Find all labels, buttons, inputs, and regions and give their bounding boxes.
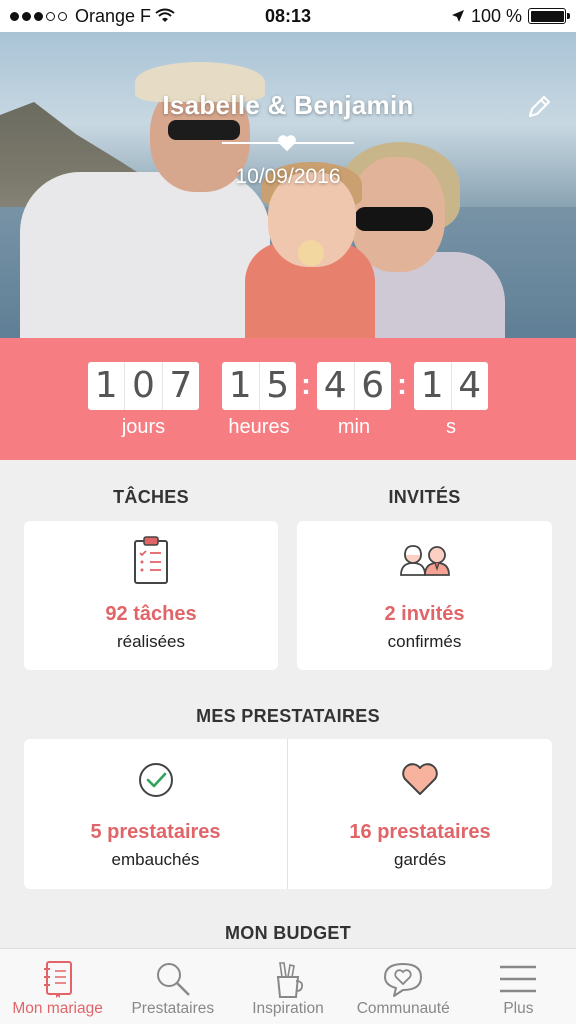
tab-prestataires[interactable]: Prestataires bbox=[115, 949, 230, 1024]
clipboard-checklist-icon bbox=[134, 536, 168, 584]
countdown-separator: : bbox=[397, 368, 407, 401]
search-icon bbox=[156, 963, 190, 996]
countdown-digit: 1 bbox=[94, 365, 118, 406]
hired-vendors-caption: embauchés bbox=[111, 850, 200, 869]
pencil-cup-icon bbox=[276, 962, 304, 998]
saved-vendors-caption: gardés bbox=[394, 850, 446, 869]
wedding-date: 10/09/2016 bbox=[235, 165, 341, 188]
countdown-separator: : bbox=[301, 368, 311, 401]
seconds-label: s bbox=[446, 416, 456, 438]
tab-mon-mariage[interactable]: Mon mariage bbox=[0, 949, 115, 1024]
countdown-digit: 4 bbox=[323, 365, 347, 406]
saved-vendors-count: 16 prestataires bbox=[349, 821, 491, 843]
status-left: Orange F bbox=[10, 6, 210, 27]
tab-label: Prestataires bbox=[131, 1000, 215, 1017]
carrier-name: Orange F bbox=[75, 5, 152, 26]
guests-count: 2 invités bbox=[384, 603, 465, 625]
minutes-counter: 4 6 bbox=[317, 362, 391, 410]
minutes-label: min bbox=[337, 416, 371, 438]
photo-sunglasses bbox=[168, 120, 240, 140]
tab-label: Communauté bbox=[356, 1000, 450, 1017]
tab-plus[interactable]: Plus bbox=[461, 949, 576, 1024]
bottom-tab-bar: Mon mariage Prestataires Inspiration Com… bbox=[0, 948, 576, 1024]
hours-label: heures bbox=[228, 416, 290, 438]
location-arrow-icon bbox=[451, 10, 464, 22]
guests-title: INVITÉS bbox=[388, 487, 461, 507]
photo-sunglasses-2 bbox=[355, 207, 433, 231]
wedding-countdown: 1 0 7 1 5 : 4 6 : 1 4 jours heures min s bbox=[0, 338, 576, 460]
couple-photo-header: Isabelle & Benjamin 10/09/2016 bbox=[0, 32, 576, 338]
status-right: 100 % bbox=[366, 5, 570, 27]
countdown-digit: 6 bbox=[353, 362, 392, 410]
hours-counter: 1 5 bbox=[222, 362, 296, 410]
countdown-digit: 1 bbox=[420, 365, 444, 406]
tab-inspiration[interactable]: Inspiration bbox=[230, 949, 345, 1024]
photo-pacifier bbox=[298, 240, 324, 266]
status-time: 08:13 bbox=[264, 5, 312, 26]
seconds-counter: 1 4 bbox=[414, 362, 488, 410]
hired-vendors-count: 5 prestataires bbox=[90, 821, 221, 843]
tasks-title: TÂCHES bbox=[113, 487, 189, 507]
countdown-digit: 0 bbox=[124, 362, 161, 410]
menu-icon bbox=[500, 965, 537, 993]
heart-icon bbox=[278, 135, 296, 152]
check-circle-icon bbox=[138, 763, 173, 797]
tab-label: Mon mariage bbox=[12, 1000, 103, 1017]
days-label: jours bbox=[121, 416, 166, 438]
countdown-digit: 1 bbox=[228, 365, 252, 406]
vendors-title: MES PRESTATAIRES bbox=[196, 706, 380, 726]
countdown-digit: 7 bbox=[161, 362, 199, 410]
pencil-edit-icon[interactable] bbox=[524, 92, 554, 122]
tab-communaute[interactable]: Communauté bbox=[346, 949, 461, 1024]
wifi-icon bbox=[155, 8, 175, 22]
tasks-count: 92 tâches bbox=[105, 603, 197, 625]
signal-strength-icon bbox=[10, 11, 67, 21]
guests-caption: confirmés bbox=[387, 632, 462, 651]
hired-vendors-card[interactable]: 5 prestataires embauchés bbox=[24, 739, 287, 889]
couple-people-icon bbox=[399, 545, 450, 576]
countdown-digit: 4 bbox=[450, 362, 489, 410]
chat-heart-icon bbox=[384, 963, 423, 997]
countdown-digit: 5 bbox=[258, 362, 297, 410]
battery-icon bbox=[528, 8, 570, 24]
battery-percent: 100 % bbox=[470, 5, 522, 26]
saved-vendors-card[interactable]: 16 prestataires gardés bbox=[288, 739, 552, 889]
couple-names: Isabelle & Benjamin bbox=[162, 90, 414, 120]
tasks-caption: réalisées bbox=[116, 632, 186, 651]
tasks-card[interactable]: 92 tâches réalisées bbox=[24, 521, 278, 670]
days-counter: 1 0 7 bbox=[88, 362, 199, 410]
budget-title: MON BUDGET bbox=[225, 923, 351, 943]
notebook-icon bbox=[43, 961, 72, 998]
tab-label: Inspiration bbox=[252, 1000, 324, 1017]
photo-man-body bbox=[20, 172, 270, 338]
status-bar: Orange F 08:13 100 % bbox=[0, 0, 576, 32]
guests-card[interactable]: 2 invités confirmés bbox=[297, 521, 552, 670]
tab-label: Plus bbox=[503, 1000, 534, 1017]
heart-icon bbox=[402, 763, 438, 795]
